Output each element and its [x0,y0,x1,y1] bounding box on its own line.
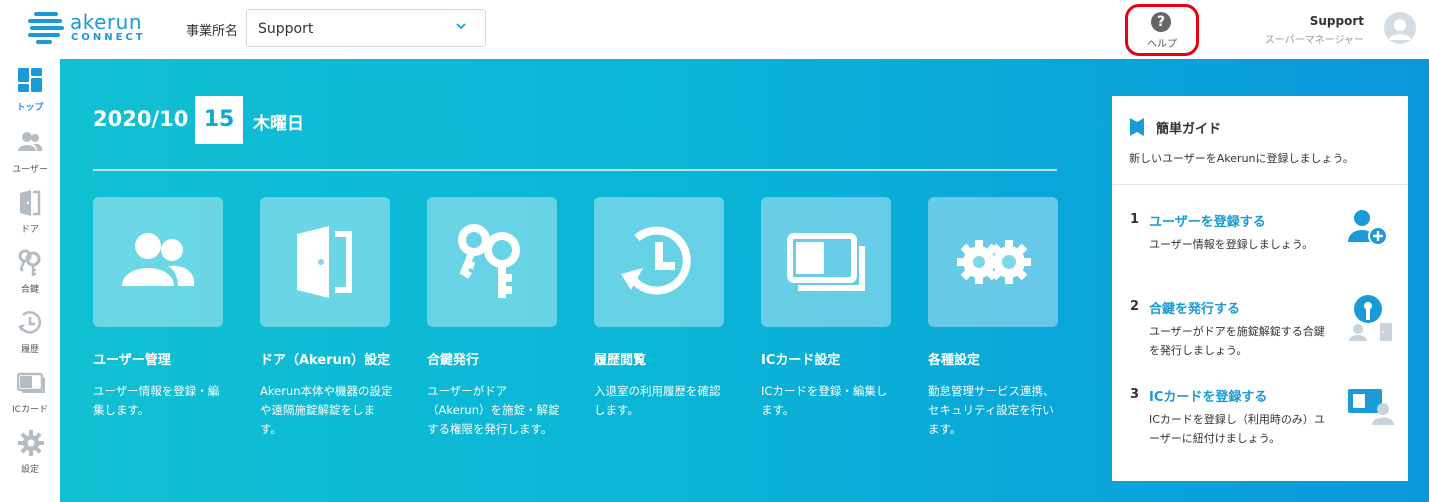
door-icon [297,226,352,298]
dashboard-icon [18,68,42,92]
sidebar-item-label: 履歴 [20,345,39,355]
step-desc: ICカードを登録し（利用時のみ）ユーザーに紐付けましょう。 [1149,413,1325,445]
step-desc: ユーザーがドアを施錠解錠する合鍵を発行しましょう。 [1149,325,1325,357]
add-user-icon [1348,210,1388,246]
office-select[interactable]: Support [246,9,486,47]
sidebar-item-settings[interactable]: 設定 [0,421,60,481]
divider [93,169,1057,171]
sidebar-item-users[interactable]: ユーザー [0,121,60,181]
user-role: スーパーマネージャー [1264,35,1364,46]
step-number: 3 [1130,387,1140,402]
step-link-issue-key[interactable]: 合鍵を発行する [1149,298,1240,317]
card-desc: 入退室の利用履歴を確認します。 [594,384,721,417]
door-icon [20,190,41,216]
card-settings[interactable]: 各種設定 勤怠管理サービス連携、セキュリティ設定を行います。 [928,197,1058,439]
avatar-icon [1389,19,1411,40]
card-desc: ICカードを登録・編集します。 [761,384,888,417]
sidebar-item-ic-card[interactable]: ICカード [0,361,60,421]
card-tile[interactable] [260,197,390,327]
card-ic-card[interactable]: ICカード設定 ICカードを登録・編集します。 [761,197,891,420]
card-title: ユーザー管理 [93,353,171,368]
history-icon [18,311,42,334]
keys-icon [458,224,520,298]
ic-card-icon [17,372,45,393]
history-icon [621,226,691,295]
gear-icon [957,240,1031,284]
card-title: ドア（Akerun）設定 [260,353,391,368]
guide-title: 簡単ガイド [1156,122,1222,137]
card-tile[interactable] [427,197,557,327]
card-tile[interactable] [93,197,223,327]
header: akerun CONNECT 事業所名 Support ? ヘルプ Suppor… [0,0,1429,59]
sidebar-item-history[interactable]: 履歴 [0,301,60,361]
users-icon [122,233,195,286]
card-history[interactable]: 履歴閲覧 入退室の利用履歴を確認します。 [594,197,724,420]
help-label: ヘルプ [1147,39,1177,50]
step-link-register-ic-card[interactable]: ICカードを登録する [1149,386,1267,405]
sidebar-item-label: 設定 [20,465,39,475]
card-door-settings[interactable]: ドア（Akerun）設定 Akerun本体や機器の設定や遠隔施錠解錠をします。 [260,197,393,439]
users-icon [18,132,43,151]
card-desc: ユーザー情報を登録・編集します。 [93,384,220,417]
ic-card-icon [787,233,865,291]
card-tile[interactable] [928,197,1058,327]
gear-icon [18,430,44,456]
office-select-value: Support [258,21,314,37]
user-name[interactable]: Support [1310,14,1364,28]
sidebar-item-top[interactable]: トップ [0,59,60,119]
help-icon: ? [1151,12,1171,32]
keys-icon [18,249,41,276]
card-user-icon [1348,389,1394,425]
logo-subtext: CONNECT [71,32,146,43]
year-month: 2020/10 [93,107,189,131]
sidebar: トップ ユーザー ドア 合鍵 履歴 ICカード 設定 [0,59,60,502]
akerun-logo[interactable]: akerun CONNECT [28,10,148,46]
help-button[interactable]: ? ヘルプ [1125,4,1199,56]
guide-subtitle: 新しいユーザーをAkerunに登録しましょう。 [1129,152,1354,165]
card-desc: 勤怠管理サービス連携、セキュリティ設定を行います。 [928,384,1055,436]
card-user-management[interactable]: ユーザー管理 ユーザー情報を登録・編集します。 [93,197,223,420]
card-desc: Akerun本体や機器の設定や遠隔施錠解錠をします。 [260,384,393,436]
card-title: 各種設定 [928,353,981,368]
easy-guide-panel: 簡単ガイド 新しいユーザーをAkerunに登録しましょう。 1 ユーザーを登録す… [1112,96,1408,481]
card-key-issue[interactable]: 合鍵発行 ユーザーがドア（Akerun）を施錠・解錠する権限を発行します。 [427,197,560,439]
card-tile[interactable] [761,197,891,327]
divider [1112,184,1408,185]
step-desc: ユーザー情報を登録しましょう。 [1149,238,1314,251]
akerun-logo-icon [28,12,64,44]
sidebar-item-label: トップ [16,103,44,113]
sidebar-item-label: ドア [20,225,39,235]
card-title: 合鍵発行 [427,353,480,368]
guide-step-register-user: 1 ユーザーを登録する ユーザー情報を登録しましょう。 [1130,210,1400,272]
card-desc: ユーザーがドア（Akerun）を施錠・解錠する権限を発行します。 [427,384,560,436]
bookmark-icon [1130,118,1144,136]
day-box: 15 [195,96,243,144]
key-user-icon [1349,295,1392,341]
card-tile[interactable] [594,197,724,327]
card-title: 履歴閲覧 [594,353,647,368]
sidebar-item-label: ユーザー [12,165,48,175]
chevron-down-icon [456,23,466,30]
guide-step-issue-key: 2 合鍵を発行する ユーザーがドアを施錠解錠する合鍵を発行しましょう。 [1130,295,1400,369]
office-label: 事業所名 [186,24,239,39]
sidebar-item-label: 合鍵 [20,285,39,295]
avatar[interactable] [1384,12,1416,44]
step-number: 2 [1130,299,1140,314]
sidebar-item-door[interactable]: ドア [0,181,60,241]
step-number: 1 [1130,212,1140,227]
step-link-register-user[interactable]: ユーザーを登録する [1149,211,1266,230]
sidebar-item-keys[interactable]: 合鍵 [0,241,60,301]
card-title: ICカード設定 [761,353,841,368]
guide-step-register-ic-card: 3 ICカードを登録する ICカードを登録し（利用時のみ）ユーザーに紐付けましょ… [1130,387,1400,457]
sidebar-item-label: ICカード [12,405,48,415]
weekday: 木曜日 [253,114,304,134]
logo-text: akerun [70,10,143,34]
